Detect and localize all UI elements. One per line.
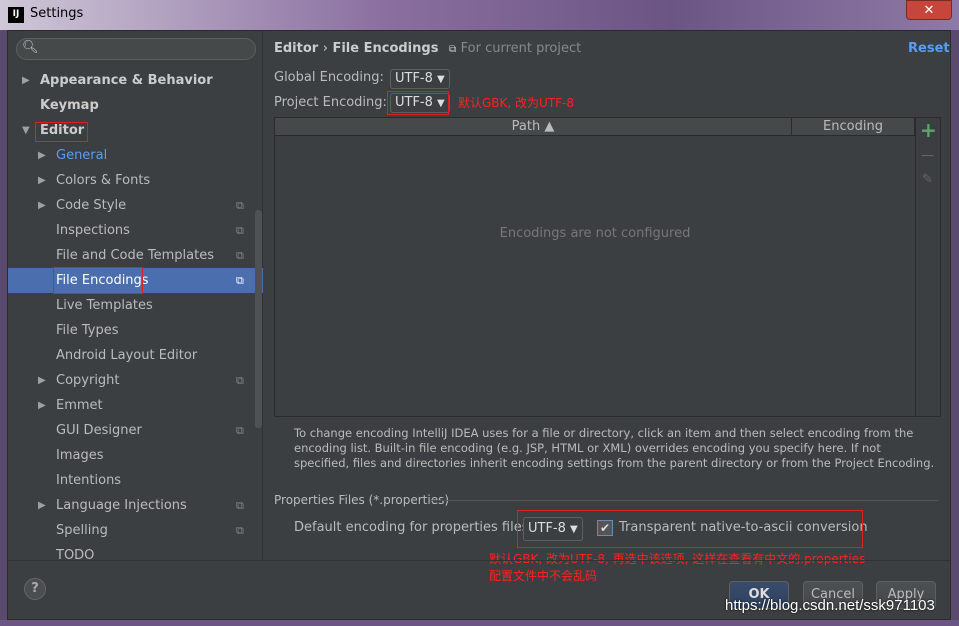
sidebar-item-label: GUI Designer: [56, 423, 142, 438]
close-button[interactable]: ✕: [906, 0, 952, 20]
project-scope-icon: ⧉: [236, 424, 244, 437]
project-scope-icon: ⧉: [448, 44, 457, 55]
sidebar-item-inspections[interactable]: Inspections ⧉: [8, 218, 263, 243]
annotation-project-encoding: 默认GBK, 改为UTF-8: [458, 96, 575, 110]
sidebar-item-gui-designer[interactable]: GUI Designer ⧉: [8, 418, 263, 443]
sidebar-item-emmet[interactable]: ▶ Emmet: [8, 393, 263, 418]
project-scope-icon: ⧉: [236, 499, 244, 512]
search-icon: 🔍︎: [22, 40, 39, 55]
encodings-table: Path ▲ Encoding Encodings are not config…: [274, 117, 941, 417]
collapsed-arrow-icon[interactable]: ▶: [38, 493, 46, 518]
reset-link[interactable]: Reset: [908, 41, 950, 56]
sidebar-item-label: Images: [56, 448, 104, 463]
edit-icon[interactable]: ✎: [922, 172, 933, 187]
empty-table-text: Encodings are not configured: [499, 226, 691, 241]
sidebar-item-images[interactable]: Images: [8, 443, 263, 468]
project-scope-icon: ⧉: [236, 374, 244, 387]
sidebar-item-label: Copyright: [56, 373, 120, 388]
global-encoding-dropdown[interactable]: UTF-8 ▼: [390, 69, 450, 89]
sidebar-item-label: TODO: [56, 548, 95, 563]
global-encoding-value: UTF-8: [395, 71, 433, 86]
sidebar-item-keymap[interactable]: Keymap: [8, 93, 263, 118]
project-scope-icon: ⧉: [236, 224, 244, 237]
annotation-properties-line2: 配置文件中不会乱码: [489, 569, 598, 583]
sidebar-item-code-style[interactable]: ▶ Code Style ⧉: [8, 193, 263, 218]
sidebar-item-copyright[interactable]: ▶ Copyright ⧉: [8, 368, 263, 393]
sidebar-item-language-injections[interactable]: ▶ Language Injections ⧉: [8, 493, 263, 518]
breadcrumb-editor[interactable]: Editor: [274, 41, 318, 56]
column-header-encoding[interactable]: Encoding: [792, 118, 915, 136]
annotation-properties-line1: 默认GBK, 改为UTF-8, 再选中该选项, 这样在查看有中文的.proper…: [489, 552, 866, 566]
collapsed-arrow-icon[interactable]: ▶: [22, 68, 30, 93]
sidebar-item-label: Colors & Fonts: [56, 173, 151, 188]
sidebar-item-label: Intentions: [56, 473, 122, 488]
annotation-box-project-encoding: [387, 91, 449, 115]
properties-encoding-label: Default encoding for properties files:: [294, 520, 533, 535]
project-encoding-label: Project Encoding:: [274, 95, 387, 110]
breadcrumb-separator: ›: [322, 41, 328, 56]
collapsed-arrow-icon[interactable]: ▶: [38, 193, 46, 218]
expanded-arrow-icon[interactable]: ▼: [22, 118, 30, 143]
sidebar-item-android-layout-editor[interactable]: Android Layout Editor: [8, 343, 263, 368]
chevron-down-icon: ▼: [437, 74, 445, 85]
sidebar-item-label: Code Style: [56, 198, 127, 213]
sidebar-item-file-and-code-templates[interactable]: File and Code Templates ⧉: [8, 243, 263, 268]
help-text: To change encoding IntelliJ IDEA uses fo…: [294, 426, 935, 470]
collapsed-arrow-icon[interactable]: ▶: [38, 168, 46, 193]
help-button[interactable]: ?: [24, 578, 46, 600]
window-title: Settings: [30, 6, 84, 21]
project-scope-icon: ⧉: [236, 524, 244, 537]
sidebar-item-intentions[interactable]: Intentions: [8, 468, 263, 493]
column-header-path[interactable]: Path ▲: [275, 118, 792, 136]
sidebar-item-label: Android Layout Editor: [56, 348, 198, 363]
sidebar-item-live-templates[interactable]: Live Templates: [8, 293, 263, 318]
sidebar-item-label: Emmet: [56, 398, 103, 413]
add-icon[interactable]: +: [920, 118, 937, 142]
sidebar-item-appearance-behavior[interactable]: ▶ Appearance & Behavior: [8, 68, 263, 93]
sidebar-item-file-types[interactable]: File Types: [8, 318, 263, 343]
sidebar-scrollbar[interactable]: [255, 210, 262, 428]
annotation-box-file-encodings: [53, 267, 143, 294]
remove-icon[interactable]: —: [921, 148, 934, 163]
section-divider: [430, 500, 938, 501]
project-scope-icon: ⧉: [236, 249, 244, 262]
sidebar-item-label: File and Code Templates: [56, 248, 214, 263]
sidebar-item-label: Live Templates: [56, 298, 153, 313]
sidebar-item-label: Keymap: [40, 98, 99, 113]
window-bottom-border: [0, 620, 959, 626]
global-encoding-label: Global Encoding:: [274, 70, 384, 85]
properties-section-title: Properties Files (*.properties): [274, 493, 450, 507]
breadcrumb-file-encodings: File Encodings: [332, 41, 439, 56]
collapsed-arrow-icon[interactable]: ▶: [38, 368, 46, 393]
watermark: https://blog.csdn.net/ssk971103: [725, 597, 935, 614]
title-bar: [0, 0, 959, 30]
sidebar-item-todo[interactable]: TODO: [8, 543, 263, 568]
collapsed-arrow-icon[interactable]: ▶: [38, 393, 46, 418]
sidebar-item-label: Spelling: [56, 523, 108, 538]
scope-label: For current project: [460, 41, 582, 56]
project-scope-icon: ⧉: [236, 274, 244, 287]
sidebar-item-label: File Types: [56, 323, 119, 338]
sidebar-item-label: Appearance & Behavior: [40, 73, 213, 88]
sidebar-item-colors-fonts[interactable]: ▶ Colors & Fonts: [8, 168, 263, 193]
project-scope-icon: ⧉: [236, 199, 244, 212]
sidebar-item-label: Language Injections: [56, 498, 187, 513]
footer-divider: [8, 560, 950, 561]
breadcrumb: Editor › File Encodings ⧉ For current pr…: [274, 41, 581, 56]
sidebar-item-general[interactable]: ▶ General: [8, 143, 263, 168]
collapsed-arrow-icon[interactable]: ▶: [38, 143, 46, 168]
app-logo: IJ: [8, 7, 24, 23]
sidebar-item-spelling[interactable]: Spelling ⧉: [8, 518, 263, 543]
sidebar-item-label: Inspections: [56, 223, 130, 238]
annotation-box-properties: [517, 510, 863, 548]
search-input[interactable]: 🔍︎: [16, 38, 256, 60]
sidebar-item-label: General: [56, 148, 108, 163]
annotation-box-editor: [35, 122, 88, 142]
